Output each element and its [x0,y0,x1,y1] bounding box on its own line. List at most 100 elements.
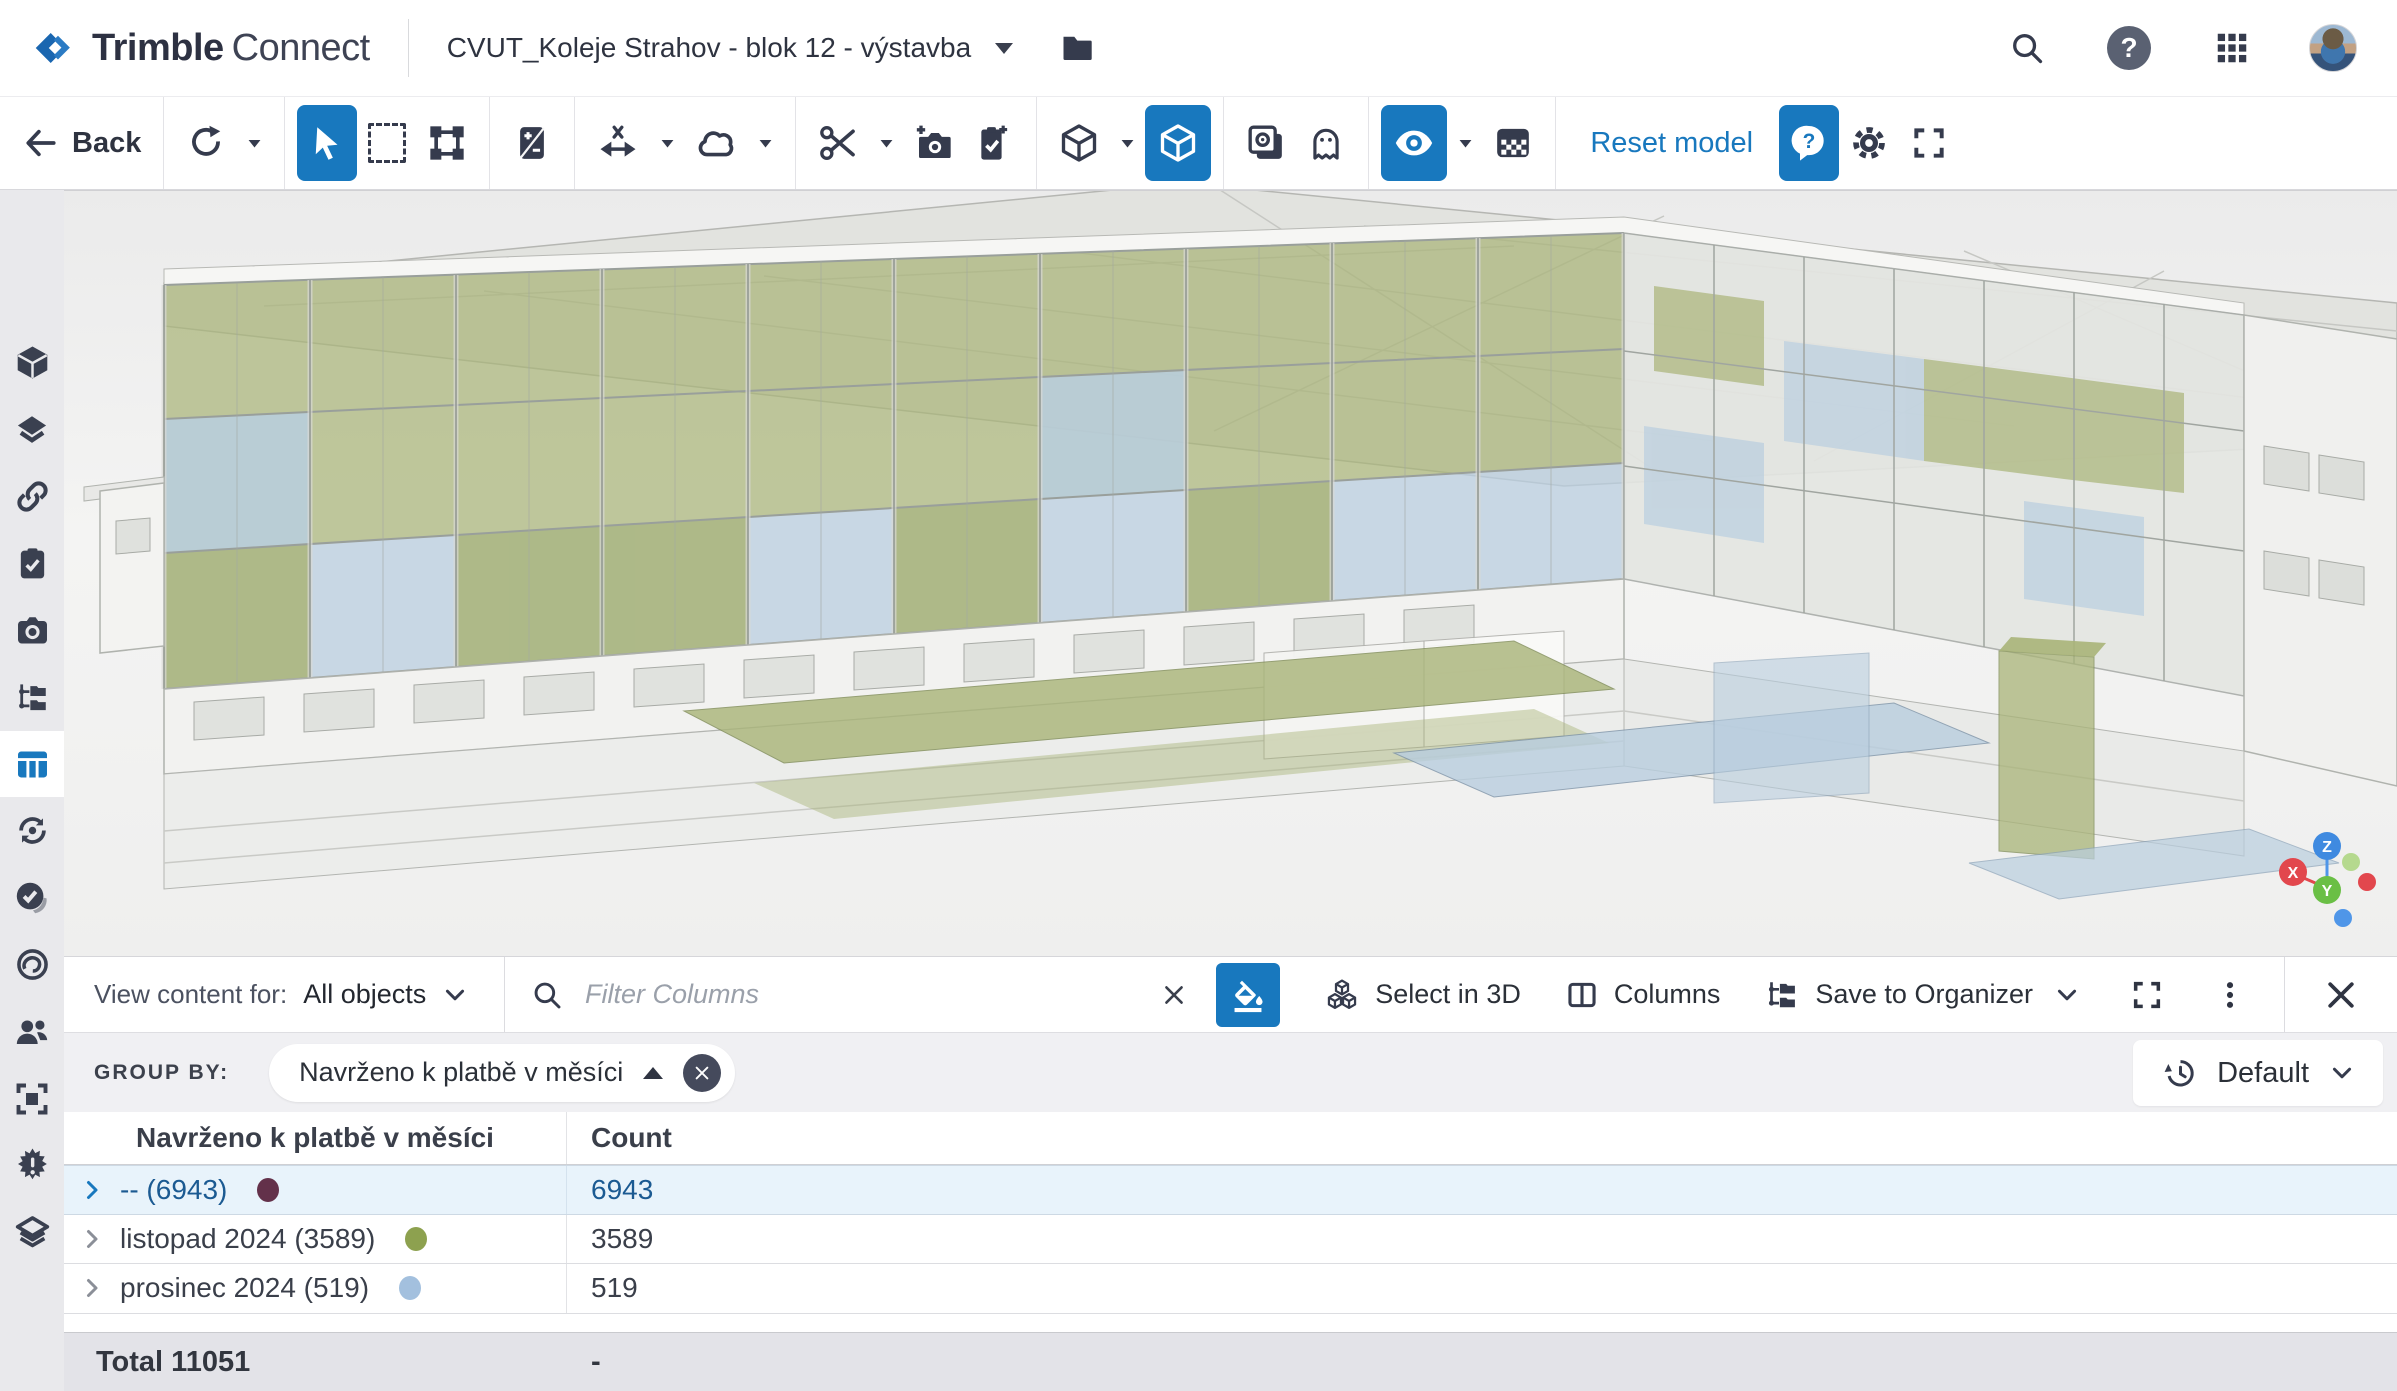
filter-columns-input[interactable] [585,979,1142,1010]
ghost-mode-button[interactable] [1296,105,1356,181]
organizer-icon [1764,977,1800,1013]
group-by-chip[interactable]: Navrženo k platbě v měsíci [269,1044,735,1102]
measure-button[interactable] [587,105,649,181]
table-row[interactable]: listopad 2024 (3589) 3589 [64,1215,2397,1264]
group-count: 3589 [567,1223,653,1255]
apps-grid-icon[interactable] [2213,29,2251,67]
toolbar-help-button[interactable] [1779,105,1839,181]
sidebar-item-data-table[interactable] [0,731,64,797]
navigation-gizmo[interactable]: X Z Y [2269,824,2391,946]
building-model [64,191,2397,956]
table-row[interactable]: prosinec 2024 (519) 519 [64,1264,2397,1313]
group-label: -- (6943) [120,1174,227,1206]
fullscreen-button[interactable] [1899,105,1959,181]
group-by-bar: GROUP BY: Navrženo k platbě v měsíci Def… [64,1032,2397,1112]
top-bar: TrimbleConnect CVUT_Koleje Strahov - blo… [0,0,2397,97]
sidebar-item-sync[interactable] [0,797,64,864]
reset-model-link[interactable]: Reset model [1590,127,1753,160]
topbar-divider [408,19,409,77]
gizmo-y-label: Y [2322,883,2333,900]
marquee-select-icon [368,123,406,163]
help-icon[interactable]: ? [2107,26,2151,70]
project-name[interactable]: CVUT_Koleje Strahov - blok 12 - výstavba [447,32,971,64]
screenshot-button[interactable] [904,105,964,181]
group-color-dot [405,1227,427,1251]
expand-chevron-icon[interactable] [80,1178,104,1202]
marquee-select-button[interactable] [357,105,417,181]
preset-value: Default [2217,1057,2309,1090]
avatar[interactable] [2309,24,2357,72]
sidebar-item-models[interactable] [0,329,64,396]
view-content-value: All objects [303,979,426,1010]
markup-dropdown-caret-icon[interactable] [747,134,783,153]
grid-button[interactable] [1483,105,1543,181]
gizmo-neg-x-dot [2358,873,2376,891]
sidebar-item-clash[interactable] [0,1132,64,1199]
gizmo-neg-y-dot [2342,853,2360,871]
visibility-dropdown-caret-icon[interactable] [1447,134,1483,153]
group-color-dot [257,1178,279,1202]
sidebar-item-assemblies[interactable] [0,1199,64,1266]
transform-select-button[interactable] [417,105,477,181]
paint-bucket-button[interactable] [1216,963,1280,1027]
table-total-row: Total 11051 - [64,1332,2397,1391]
column-header-count[interactable]: Count [567,1122,672,1154]
create-todo-button[interactable] [964,105,1024,181]
collapse-caret-icon[interactable] [643,1067,663,1079]
select-in-3d-label: Select in 3D [1375,979,1521,1010]
settings-button[interactable] [1839,105,1899,181]
invert-selection-button[interactable] [502,105,562,181]
measure-dropdown-caret-icon[interactable] [649,134,685,153]
panel-more-button[interactable] [2214,979,2246,1011]
panel-close-button[interactable] [2285,977,2397,1013]
chevron-down-icon [2054,982,2080,1008]
clear-filter-icon[interactable] [1142,981,1206,1009]
sidebar-item-layers[interactable] [0,396,64,463]
columns-button[interactable]: Columns [1565,978,1721,1012]
group-by-chip-label: Navrženo k platbě v měsíci [299,1057,623,1088]
table-header: Navrženo k platbě v měsíci Count [64,1112,2397,1165]
sidebar-item-selection[interactable] [0,1065,64,1132]
folder-icon[interactable] [1059,30,1095,66]
filter-search [504,957,1216,1032]
back-label: Back [72,127,141,160]
markup-cloud-button[interactable] [685,105,747,181]
gizmo-z-label: Z [2322,839,2332,856]
project-caret-icon[interactable] [995,43,1013,54]
sidebar-item-approvals[interactable] [0,864,64,931]
sidebar-item-organizer[interactable] [0,664,64,731]
redo-button[interactable] [176,105,236,181]
view-content-dropdown[interactable]: All objects [303,979,468,1010]
select-in-3d-icon [1324,977,1360,1013]
redo-dropdown-caret-icon[interactable] [236,134,272,153]
expand-chevron-icon[interactable] [80,1276,104,1300]
save-to-organizer-label: Save to Organizer [1815,979,2033,1010]
select-in-3d-button[interactable]: Select in 3D [1324,977,1521,1013]
group-by-label: GROUP BY: [94,1061,229,1085]
solid-mode-button[interactable] [1145,105,1211,181]
sidebar-item-camera[interactable] [0,597,64,664]
section-button[interactable] [808,105,868,181]
select-cursor-button[interactable] [297,105,357,181]
preset-dropdown[interactable]: Default [2133,1040,2383,1106]
table-row[interactable]: -- (6943) 6943 [64,1165,2397,1215]
save-to-organizer-button[interactable]: Save to Organizer [1764,977,2080,1013]
sidebar-item-todos[interactable] [0,530,64,597]
column-header-group[interactable]: Navrženo k platbě v měsíci [64,1112,567,1164]
search-icon[interactable] [2009,30,2045,66]
group-label: prosinec 2024 (519) [120,1272,369,1304]
view-cube-button[interactable] [1049,105,1109,181]
back-button[interactable]: Back [24,126,141,160]
view-dropdown-caret-icon[interactable] [1109,134,1145,153]
sidebar-item-team[interactable] [0,998,64,1065]
visibility-button[interactable] [1381,105,1447,181]
remove-group-icon[interactable] [683,1054,721,1092]
expand-chevron-icon[interactable] [80,1227,104,1251]
chevron-down-icon [2329,1060,2355,1086]
sidebar-item-links[interactable] [0,463,64,530]
snapshot-views-button[interactable] [1236,105,1296,181]
panel-fullscreen-button[interactable] [2130,978,2164,1012]
sidebar-item-viewer[interactable] [0,931,64,998]
model-viewport[interactable]: X Z Y [64,190,2397,956]
section-dropdown-caret-icon[interactable] [868,134,904,153]
